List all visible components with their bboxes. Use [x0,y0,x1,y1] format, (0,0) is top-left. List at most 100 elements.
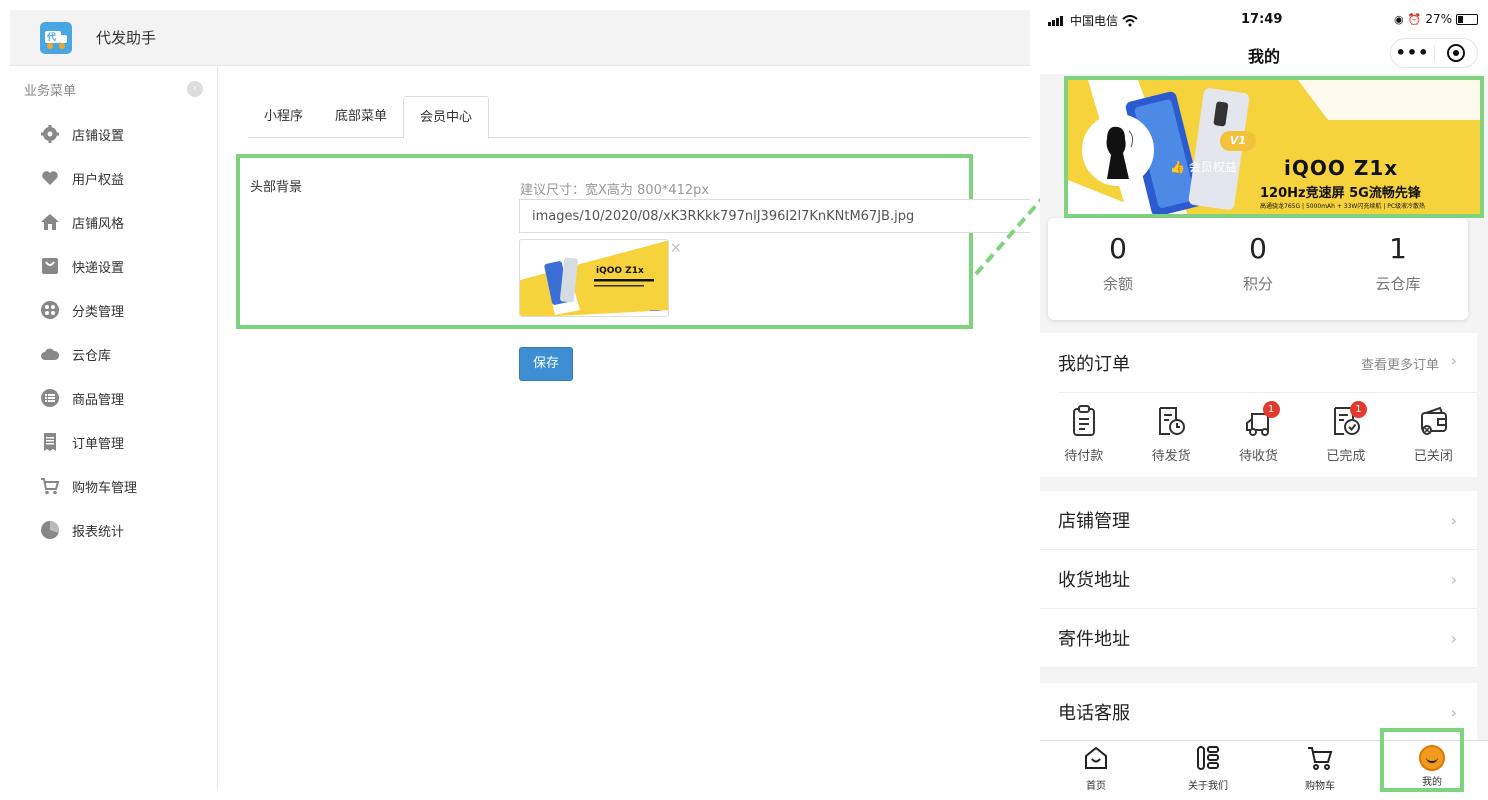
sidebar-item-label: 快递设置 [72,260,125,276]
order-status-closed[interactable]: 已关闭 [1390,393,1477,477]
sidebar-item-product-management[interactable]: 商品管理 [10,376,217,420]
list-item-label: 收货地址 [1058,570,1130,591]
order-status-label: 待付款 [1064,449,1104,464]
order-status-pending-shipment[interactable]: 待发货 [1127,393,1214,477]
stat-value: 0 [1249,232,1267,265]
sidebar-item-label: 购物车管理 [72,480,138,496]
my-orders-title: 我的订单 [1058,353,1130,375]
admin-sidebar: 业务菜单 ‹ 店铺设置 用户权益 店铺风格 快递设置 分类管理 云仓库 商品管理… [10,66,218,790]
gear-icon [40,124,60,144]
mini-program-navbar: 我的 ••• [1040,34,1488,74]
unread-badge: 1 [1349,401,1367,418]
banner-thumbnail-image: iQOO Z1x [520,240,668,316]
view-more-orders-link[interactable]: 查看更多订单 [1361,354,1439,373]
order-status-pending-payment[interactable]: 待付款 [1040,393,1127,477]
receipt-icon [40,432,60,452]
grid-icon [40,300,60,320]
banner-thumbnail[interactable]: iQOO Z1x [519,239,669,317]
sidebar-header-label: 业务菜单 [24,83,77,99]
sidebar-item-store-settings[interactable]: 店铺设置 [10,112,217,156]
tabbar-label: 关于我们 [1188,781,1228,792]
tabbar-item-home[interactable]: 首页 [1040,741,1152,800]
sidebar-item-cloud-warehouse[interactable]: 云仓库 [10,332,217,376]
collapse-icon[interactable]: ‹ [187,81,203,97]
sidebar-item-label: 商品管理 [72,392,125,408]
screenshot-root: 代 代发助手 业务菜单 ‹ 店铺设置 用户权益 店铺风格 快递设置 分类管理 云… [0,0,1488,800]
order-status-row: 待付款 待发货 1 待收货 1 已完成 已关闭 [1040,393,1477,477]
admin-topbar: 代 代发助手 [10,10,1030,66]
signal-icon [1048,15,1066,26]
order-status-label: 待发货 [1151,449,1191,464]
tabbar-item-about[interactable]: 关于我们 [1152,741,1264,800]
stat-label: 云仓库 [1375,275,1421,293]
stat-label: 积分 [1242,275,1273,293]
sidebar-item-label: 店铺风格 [72,216,125,232]
tabbar-highlight-box [1380,728,1464,792]
order-status-completed[interactable]: 1 已完成 [1302,393,1389,477]
battery-percent: 27% [1425,12,1452,26]
stat-value: 1 [1389,232,1407,265]
sidebar-item-store-style[interactable]: 店铺风格 [10,200,217,244]
sidebar-item-label: 报表统计 [72,524,125,540]
tab-member-center[interactable]: 会员中心 [403,96,490,139]
header-background-label: 头部背景 [250,180,303,195]
image-path-input[interactable] [519,199,1030,233]
capsule-menu: ••• [1390,38,1478,68]
list-item-label: 电话客服 [1058,703,1130,724]
tabbar-label: 购物车 [1305,781,1335,792]
stat-points[interactable]: 0 积分 [1188,218,1328,320]
sidebar-item-label: 云仓库 [72,348,112,364]
document-clock-icon [1159,407,1186,435]
more-menu-icon[interactable]: ••• [1391,39,1434,67]
sidebar-item-label: 店铺设置 [72,128,125,144]
tabbar-item-cart[interactable]: 购物车 [1264,741,1376,800]
list-item-store-management[interactable]: 店铺管理 › [1040,491,1477,550]
home-icon [40,212,60,232]
sidebar-item-express-settings[interactable]: 快递设置 [10,244,217,288]
sidebar-item-category-management[interactable]: 分类管理 [10,288,217,332]
order-status-label: 已完成 [1326,449,1366,464]
clipboard-icon [1072,405,1095,436]
bag-icon [40,256,60,276]
alarm-icon: ⏰ [1407,12,1422,26]
list-item-sender-address[interactable]: 寄件地址 › [1040,609,1477,668]
order-status-pending-receipt[interactable]: 1 待收货 [1215,393,1302,477]
app-logo: 代 [40,21,72,54]
chevron-right-icon: › [1450,628,1457,648]
save-button[interactable]: 保存 [519,347,573,381]
tab-mini-program[interactable]: 小程序 [248,96,319,138]
stat-cloud-warehouse[interactable]: 1 云仓库 [1328,218,1468,320]
order-status-label: 待收货 [1239,449,1279,464]
list-item-shipping-address[interactable]: 收货地址 › [1040,550,1477,609]
home-icon [1085,746,1107,769]
list-icon [40,388,60,408]
lock-rotation-icon: ◉ [1394,12,1404,26]
sidebar-item-order-management[interactable]: 订单管理 [10,420,217,464]
service-list: 店铺管理 › 收货地址 › 寄件地址 › [1040,491,1477,668]
sidebar-item-user-rights[interactable]: 用户权益 [10,156,217,200]
config-tabs: 小程序 底部菜单 会员中心 [248,96,1030,139]
chevron-right-icon: › [1450,510,1457,530]
wifi-icon [1122,14,1138,26]
about-icon [1197,746,1219,770]
sidebar-item-report-statistics[interactable]: 报表统计 [10,508,217,552]
phone-preview: 中国电信 17:49 ◉ ⏰ 27% 我的 ••• V1 👍 会员权益 iQOO… [1040,0,1488,800]
stat-label: 余额 [1102,275,1133,293]
cloud-icon [40,344,60,364]
svg-text:iQOO Z1x: iQOO Z1x [596,266,644,276]
wallet-closed-icon [1421,406,1448,435]
my-orders-header[interactable]: 我的订单 查看更多订单 › [1058,333,1477,393]
stat-value: 0 [1109,232,1127,265]
chevron-right-icon: › [1450,569,1457,589]
chevron-right-icon: › [1450,351,1457,370]
close-mini-program-icon[interactable] [1435,44,1477,62]
sidebar-item-cart-management[interactable]: 购物车管理 [10,464,217,508]
order-status-label: 已关闭 [1413,449,1453,464]
banner-highlight-box [1064,76,1484,218]
stat-balance[interactable]: 0 余额 [1048,218,1188,320]
remove-image-icon[interactable]: × [670,240,682,256]
status-time: 17:49 [1241,12,1283,27]
pie-chart-icon [40,520,60,540]
tab-bottom-menu[interactable]: 底部菜单 [319,96,403,138]
chevron-right-icon: › [1450,702,1457,722]
